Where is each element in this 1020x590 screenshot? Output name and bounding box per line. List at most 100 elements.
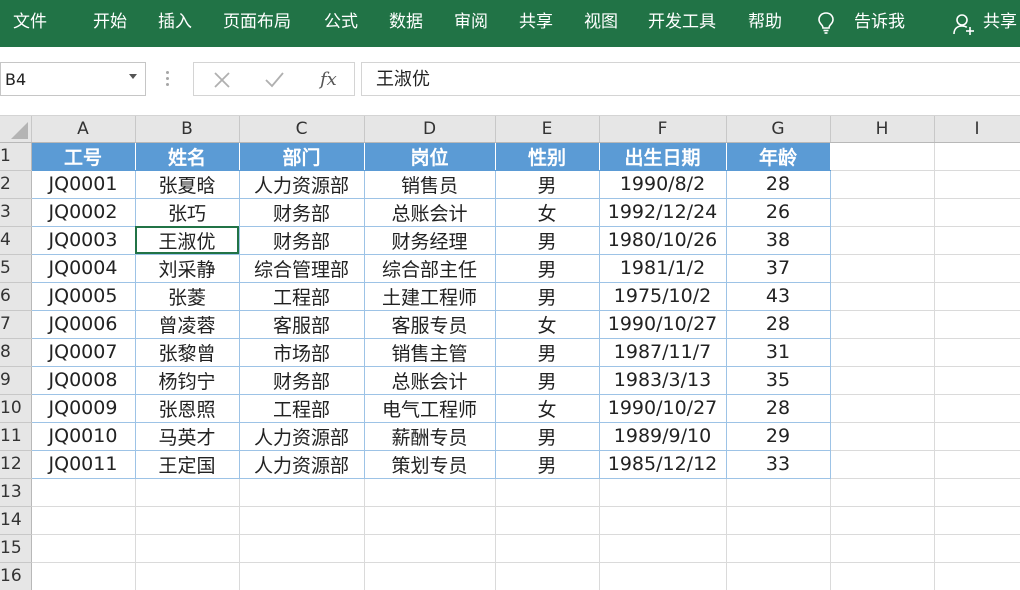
table-cell[interactable]: 策划专员 bbox=[364, 450, 496, 479]
row-header[interactable]: 11 bbox=[0, 422, 32, 451]
table-header-cell[interactable]: 年龄 bbox=[726, 142, 831, 171]
table-cell[interactable]: 综合管理部 bbox=[239, 254, 365, 283]
empty-cell[interactable] bbox=[934, 394, 1020, 423]
row-header[interactable]: 15 bbox=[0, 534, 32, 563]
row-header[interactable]: 2 bbox=[0, 170, 32, 199]
column-header-i[interactable]: I bbox=[934, 116, 1020, 143]
table-cell[interactable]: 销售员 bbox=[364, 170, 496, 199]
empty-cell[interactable] bbox=[934, 562, 1020, 590]
table-cell[interactable]: 财务部 bbox=[239, 366, 365, 395]
table-cell[interactable]: 1981/1/2 bbox=[599, 254, 727, 283]
table-cell[interactable]: 男 bbox=[495, 450, 600, 479]
table-cell[interactable]: 王定国 bbox=[135, 450, 240, 479]
table-header-cell[interactable]: 性别 bbox=[495, 142, 600, 171]
empty-cell[interactable] bbox=[830, 310, 935, 339]
table-cell[interactable]: JQ0011 bbox=[31, 450, 136, 479]
column-header-e[interactable]: E bbox=[495, 116, 600, 143]
empty-cell[interactable] bbox=[830, 562, 935, 590]
empty-cell[interactable] bbox=[239, 562, 365, 590]
table-cell[interactable]: JQ0005 bbox=[31, 282, 136, 311]
tab-view[interactable]: 视图 bbox=[584, 0, 618, 47]
empty-cell[interactable] bbox=[830, 534, 935, 563]
empty-cell[interactable] bbox=[239, 506, 365, 535]
tab-home[interactable]: 开始 bbox=[93, 0, 127, 47]
empty-cell[interactable] bbox=[135, 534, 240, 563]
table-header-cell[interactable]: 部门 bbox=[239, 142, 365, 171]
empty-cell[interactable] bbox=[726, 534, 831, 563]
table-header-cell[interactable]: 姓名 bbox=[135, 142, 240, 171]
empty-cell[interactable] bbox=[830, 254, 935, 283]
insert-function-button[interactable]: fx bbox=[320, 65, 337, 95]
table-cell[interactable]: 女 bbox=[495, 198, 600, 227]
empty-cell[interactable] bbox=[495, 478, 600, 507]
empty-cell[interactable] bbox=[830, 394, 935, 423]
row-header[interactable]: 1 bbox=[0, 142, 32, 171]
column-header-d[interactable]: D bbox=[364, 116, 496, 143]
empty-cell[interactable] bbox=[495, 506, 600, 535]
table-header-cell[interactable]: 工号 bbox=[31, 142, 136, 171]
share-person-icon[interactable] bbox=[953, 13, 975, 37]
row-header[interactable]: 9 bbox=[0, 366, 32, 395]
table-cell[interactable]: 男 bbox=[495, 226, 600, 255]
table-cell[interactable]: JQ0006 bbox=[31, 310, 136, 339]
table-cell[interactable]: 马英才 bbox=[135, 422, 240, 451]
tab-formulas[interactable]: 公式 bbox=[324, 0, 358, 47]
column-header-b[interactable]: B bbox=[135, 116, 240, 143]
table-cell[interactable]: 38 bbox=[726, 226, 831, 255]
row-header[interactable]: 4 bbox=[0, 226, 32, 255]
empty-cell[interactable] bbox=[599, 534, 727, 563]
table-cell[interactable]: 土建工程师 bbox=[364, 282, 496, 311]
empty-cell[interactable] bbox=[934, 170, 1020, 199]
empty-cell[interactable] bbox=[830, 422, 935, 451]
empty-cell[interactable] bbox=[934, 254, 1020, 283]
row-header[interactable]: 14 bbox=[0, 506, 32, 535]
table-cell[interactable]: 市场部 bbox=[239, 338, 365, 367]
table-cell[interactable]: 29 bbox=[726, 422, 831, 451]
table-cell[interactable]: 张巧 bbox=[135, 198, 240, 227]
table-cell[interactable]: 35 bbox=[726, 366, 831, 395]
chevron-down-icon[interactable] bbox=[129, 74, 137, 79]
table-cell[interactable]: 工程部 bbox=[239, 394, 365, 423]
column-header-f[interactable]: F bbox=[599, 116, 727, 143]
empty-cell[interactable] bbox=[830, 198, 935, 227]
empty-cell[interactable] bbox=[495, 562, 600, 590]
row-header[interactable]: 12 bbox=[0, 450, 32, 479]
selected-cell[interactable]: 王淑优 bbox=[135, 226, 240, 255]
tab-developer[interactable]: 开发工具 bbox=[648, 0, 716, 47]
empty-cell[interactable] bbox=[830, 366, 935, 395]
empty-cell[interactable] bbox=[934, 282, 1020, 311]
table-cell[interactable]: JQ0010 bbox=[31, 422, 136, 451]
tell-me-search[interactable]: 告诉我 bbox=[854, 0, 905, 47]
table-cell[interactable]: JQ0009 bbox=[31, 394, 136, 423]
column-header-g[interactable]: G bbox=[726, 116, 831, 143]
empty-cell[interactable] bbox=[364, 506, 496, 535]
table-cell[interactable]: 薪酬专员 bbox=[364, 422, 496, 451]
empty-cell[interactable] bbox=[934, 478, 1020, 507]
table-cell[interactable]: 1983/3/13 bbox=[599, 366, 727, 395]
table-cell[interactable]: 男 bbox=[495, 170, 600, 199]
table-cell[interactable]: 37 bbox=[726, 254, 831, 283]
empty-cell[interactable] bbox=[830, 282, 935, 311]
tab-data[interactable]: 数据 bbox=[389, 0, 423, 47]
table-cell[interactable]: 33 bbox=[726, 450, 831, 479]
row-header[interactable]: 3 bbox=[0, 198, 32, 227]
empty-cell[interactable] bbox=[599, 506, 727, 535]
table-cell[interactable]: 男 bbox=[495, 254, 600, 283]
row-header[interactable]: 13 bbox=[0, 478, 32, 507]
empty-cell[interactable] bbox=[726, 562, 831, 590]
empty-cell[interactable] bbox=[830, 142, 935, 171]
row-header[interactable]: 7 bbox=[0, 310, 32, 339]
empty-cell[interactable] bbox=[239, 534, 365, 563]
confirm-check-icon[interactable] bbox=[262, 69, 286, 91]
tab-page-layout[interactable]: 页面布局 bbox=[223, 0, 291, 47]
empty-cell[interactable] bbox=[934, 366, 1020, 395]
empty-cell[interactable] bbox=[830, 170, 935, 199]
empty-cell[interactable] bbox=[31, 506, 136, 535]
table-cell[interactable]: JQ0001 bbox=[31, 170, 136, 199]
empty-cell[interactable] bbox=[364, 534, 496, 563]
table-cell[interactable]: 女 bbox=[495, 394, 600, 423]
table-cell[interactable]: 1992/12/24 bbox=[599, 198, 727, 227]
empty-cell[interactable] bbox=[599, 478, 727, 507]
table-cell[interactable]: 总账会计 bbox=[364, 366, 496, 395]
table-cell[interactable]: 男 bbox=[495, 422, 600, 451]
